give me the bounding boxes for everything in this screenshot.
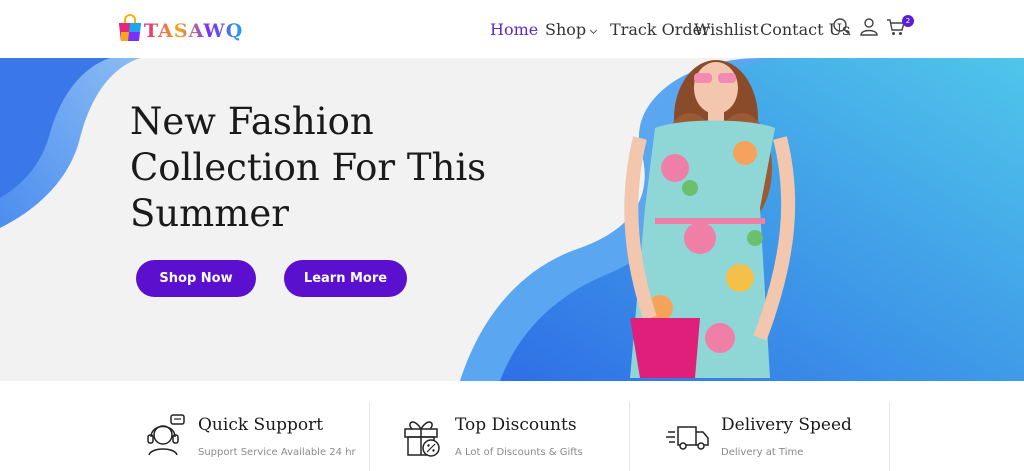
shopping-bag-logo-icon xyxy=(119,14,141,41)
feature-top-discounts: Top Discounts A Lot of Discounts & Gifts xyxy=(400,403,620,471)
feature-delivery-speed: Delivery Speed Delivery at Time xyxy=(666,403,886,471)
cart-count-badge: 2 xyxy=(902,15,914,27)
site-header: TASAWQ Home Shop Track Order Wishlist Co… xyxy=(0,0,1024,58)
feature-divider xyxy=(889,402,890,471)
nav-shop[interactable]: Shop xyxy=(545,20,598,39)
feature-divider xyxy=(629,402,630,471)
feature-subtitle: Delivery at Time xyxy=(721,447,804,458)
nav-shop-label: Shop xyxy=(545,20,587,39)
feature-subtitle: A Lot of Discounts & Gifts xyxy=(455,447,583,458)
feature-divider xyxy=(369,402,370,471)
brand-logo[interactable]: TASAWQ xyxy=(117,9,243,47)
gift-discount-icon xyxy=(404,421,440,457)
delivery-truck-icon xyxy=(666,426,709,450)
nav-wishlist[interactable]: Wishlist xyxy=(694,20,759,39)
shop-now-button[interactable]: Shop Now xyxy=(136,260,256,297)
chevron-down-icon xyxy=(590,26,598,35)
feature-subtitle: Support Service Available 24 hr xyxy=(198,447,356,458)
feature-title: Quick Support xyxy=(198,415,324,435)
nav-home[interactable]: Home xyxy=(490,20,538,39)
search-icon[interactable] xyxy=(832,17,852,37)
brand-name: TASAWQ xyxy=(144,20,244,42)
hero-title: New Fashion Collection For This Summer xyxy=(130,100,487,235)
user-icon[interactable] xyxy=(859,17,879,37)
feature-title: Delivery Speed xyxy=(721,415,852,435)
feature-quick-support: Quick Support Support Service Available … xyxy=(143,403,363,471)
learn-more-button[interactable]: Learn More xyxy=(284,260,407,297)
hero-banner: New Fashion Collection For This Summer S… xyxy=(0,58,1024,381)
features-strip: Quick Support Support Service Available … xyxy=(0,381,1024,471)
support-agent-icon xyxy=(147,414,185,456)
feature-title: Top Discounts xyxy=(455,415,577,435)
